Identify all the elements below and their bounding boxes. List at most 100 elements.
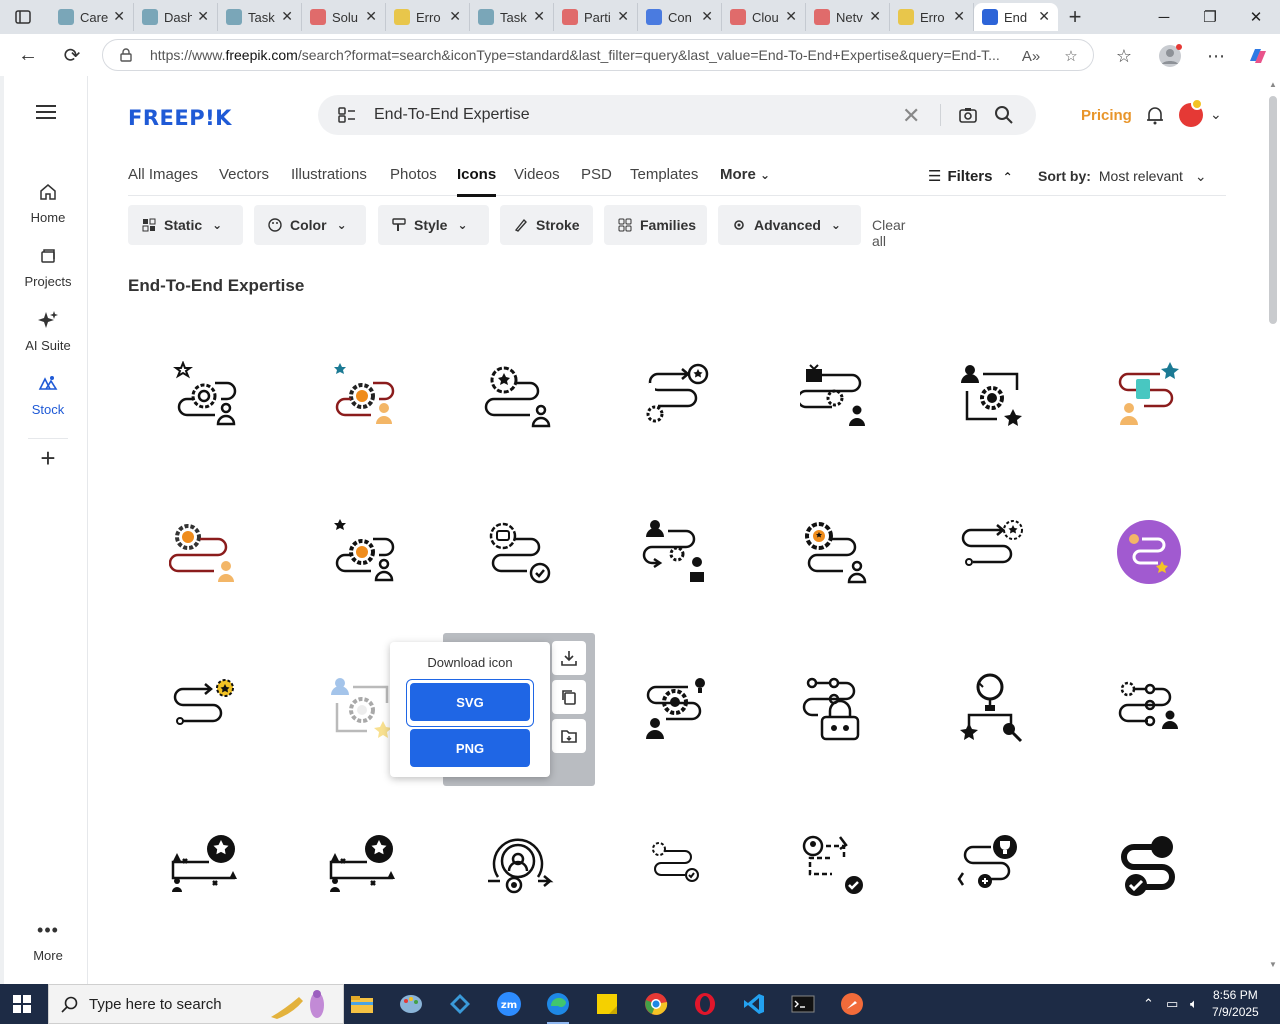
edge-browser-icon[interactable] xyxy=(543,990,573,1024)
browser-tab[interactable]: Solu ✕ xyxy=(302,3,386,31)
chevron-down-icon[interactable]: ⌄ xyxy=(1210,106,1222,123)
browser-tab[interactable]: Parti ✕ xyxy=(554,3,638,31)
person-gear-idea-icon[interactable] xyxy=(642,673,712,743)
close-tab-icon[interactable]: ✕ xyxy=(533,8,545,25)
flow-arrow-star-icon[interactable] xyxy=(169,673,239,743)
person-gear-star-flow-icon[interactable] xyxy=(957,361,1027,431)
clear-search-icon[interactable]: ✕ xyxy=(902,103,920,129)
search-input[interactable]: End-To-End Expertise xyxy=(374,106,530,124)
gear-chat-check-icon[interactable] xyxy=(484,517,554,587)
scrollbar-thumb[interactable] xyxy=(1269,96,1277,324)
browser-tab[interactable]: Task ✕ xyxy=(470,3,554,31)
browser-tab[interactable]: Netv ✕ xyxy=(806,3,890,31)
chip-style[interactable]: Style ⌄ xyxy=(378,205,489,245)
close-tab-icon[interactable]: ✕ xyxy=(281,8,293,25)
clear-all-link[interactable]: Clear all xyxy=(872,217,905,249)
browser-tab[interactable]: Con ✕ xyxy=(638,3,722,31)
vscode-icon[interactable] xyxy=(739,990,769,1018)
paint-app-icon[interactable] xyxy=(396,990,426,1018)
show-hidden-icons-icon[interactable]: ⌃ xyxy=(1143,996,1154,1012)
gear-flow-check-icon[interactable] xyxy=(642,829,712,899)
back-button[interactable]: ← xyxy=(16,43,40,67)
arrow-star-gear-icon[interactable] xyxy=(642,361,712,431)
chip-stroke[interactable]: Stroke xyxy=(500,205,593,245)
restore-button[interactable]: ❐ xyxy=(1187,5,1233,29)
close-tab-icon[interactable]: ✕ xyxy=(785,8,797,25)
person-gear-star-dim-icon[interactable] xyxy=(327,673,397,743)
scroll-up-icon[interactable]: ▲ xyxy=(1269,80,1277,89)
process-gear-person-color-icon[interactable] xyxy=(327,361,397,431)
browser-tab[interactable]: End ✕ xyxy=(974,3,1058,31)
flow-check-solid-icon[interactable] xyxy=(1114,829,1184,899)
zoom-app-icon[interactable]: zm xyxy=(494,990,524,1018)
scroll-star-person-color-icon[interactable] xyxy=(1114,361,1184,431)
flow-lock-icon[interactable] xyxy=(800,673,870,743)
chip-static[interactable]: Static ⌄ xyxy=(128,205,243,245)
gear-person-flow-color-icon[interactable] xyxy=(169,517,239,587)
tab-illustrations[interactable]: Illustrations xyxy=(291,166,367,183)
download-svg-button[interactable]: SVG xyxy=(410,683,530,721)
url-text[interactable]: https://www.freepik.com/search?format=se… xyxy=(150,47,1010,63)
close-tab-icon[interactable]: ✕ xyxy=(449,8,461,25)
filters-button[interactable]: ☰ Filters ⌃ xyxy=(928,167,1013,185)
browser-tab[interactable]: Erro ✕ xyxy=(386,3,470,31)
search-bar[interactable]: End-To-End Expertise ✕ xyxy=(318,95,1036,135)
person-arrows-check-icon[interactable] xyxy=(800,829,870,899)
browser-tab[interactable]: Task ✕ xyxy=(218,3,302,31)
address-bar[interactable]: https://www.freepik.com/search?format=se… xyxy=(102,39,1094,71)
terminal-icon[interactable] xyxy=(788,990,818,1018)
scroll-down-icon[interactable]: ▼ xyxy=(1269,960,1277,969)
browser-tab[interactable]: Erro ✕ xyxy=(890,3,974,31)
gear-star-process-icon[interactable] xyxy=(484,361,554,431)
network-icon[interactable]: ▭ xyxy=(1166,996,1178,1012)
circle-process-purple-icon[interactable] xyxy=(1114,517,1184,587)
lock-icon[interactable] xyxy=(119,48,133,62)
minimize-button[interactable]: ─ xyxy=(1141,5,1187,29)
page-scrollbar[interactable]: ▲ ▼ xyxy=(1266,76,1280,984)
tab-all-images[interactable]: All Images xyxy=(128,166,198,183)
profile-icon[interactable] xyxy=(1158,44,1182,68)
sidebar-item-more[interactable]: ••• More xyxy=(8,918,88,964)
hamburger-menu-icon[interactable] xyxy=(36,104,56,125)
favorite-star-icon[interactable]: ☆ xyxy=(1061,46,1081,66)
camera-icon[interactable] xyxy=(958,105,978,125)
file-explorer-icon[interactable] xyxy=(347,990,377,1018)
chip-families[interactable]: Families xyxy=(604,205,707,245)
tab-icons[interactable]: Icons xyxy=(457,166,497,197)
windows-start-icon[interactable] xyxy=(12,994,32,1014)
tab-psd[interactable]: PSD xyxy=(581,166,612,183)
sidebar-item-stock[interactable]: Stock xyxy=(8,372,88,417)
refresh-button[interactable]: ⟳ xyxy=(60,43,84,67)
taskbar-search[interactable]: Type here to search xyxy=(48,984,344,1024)
star-gear-person-icon[interactable] xyxy=(327,517,397,587)
postman-icon[interactable] xyxy=(837,990,867,1018)
chip-color[interactable]: Color ⌄ xyxy=(254,205,366,245)
volume-icon[interactable]: 🔈︎ xyxy=(1190,996,1198,1012)
browser-tab[interactable]: Care ✕ xyxy=(50,3,134,31)
tab-more[interactable]: More ⌄ xyxy=(720,166,770,183)
arrow-star-flow-icon[interactable] xyxy=(957,517,1027,587)
read-aloud-icon[interactable]: A» xyxy=(1021,46,1041,66)
close-window-button[interactable]: ✕ xyxy=(1233,5,1279,29)
strategy-play-star-2-icon[interactable] xyxy=(327,829,397,899)
worker-gear-flow-icon[interactable] xyxy=(642,517,712,587)
tab-vectors[interactable]: Vectors xyxy=(219,166,269,183)
bell-icon[interactable] xyxy=(1145,105,1165,125)
org-star-search-icon[interactable] xyxy=(957,673,1027,743)
copilot-icon[interactable] xyxy=(1246,44,1270,68)
app-diamond-icon[interactable] xyxy=(445,990,475,1018)
close-tab-icon[interactable]: ✕ xyxy=(365,8,377,25)
close-tab-icon[interactable]: ✕ xyxy=(869,8,881,25)
sort-dropdown[interactable]: Sort by: Most relevant ⌄ xyxy=(1038,168,1207,185)
sticky-notes-icon[interactable] xyxy=(592,990,622,1018)
close-tab-icon[interactable]: ✕ xyxy=(1038,8,1050,25)
process-gear-person-icon[interactable] xyxy=(169,361,239,431)
settings-more-icon[interactable]: ⋯ xyxy=(1204,44,1228,68)
download-icon[interactable] xyxy=(552,641,586,675)
tab-templates[interactable]: Templates xyxy=(630,166,698,183)
tab-videos[interactable]: Videos xyxy=(514,166,560,183)
copy-icon[interactable] xyxy=(552,680,586,714)
save-to-folder-icon[interactable] xyxy=(552,719,586,753)
close-tab-icon[interactable]: ✕ xyxy=(197,8,209,25)
sidebar-item-home[interactable]: Home xyxy=(8,180,88,225)
